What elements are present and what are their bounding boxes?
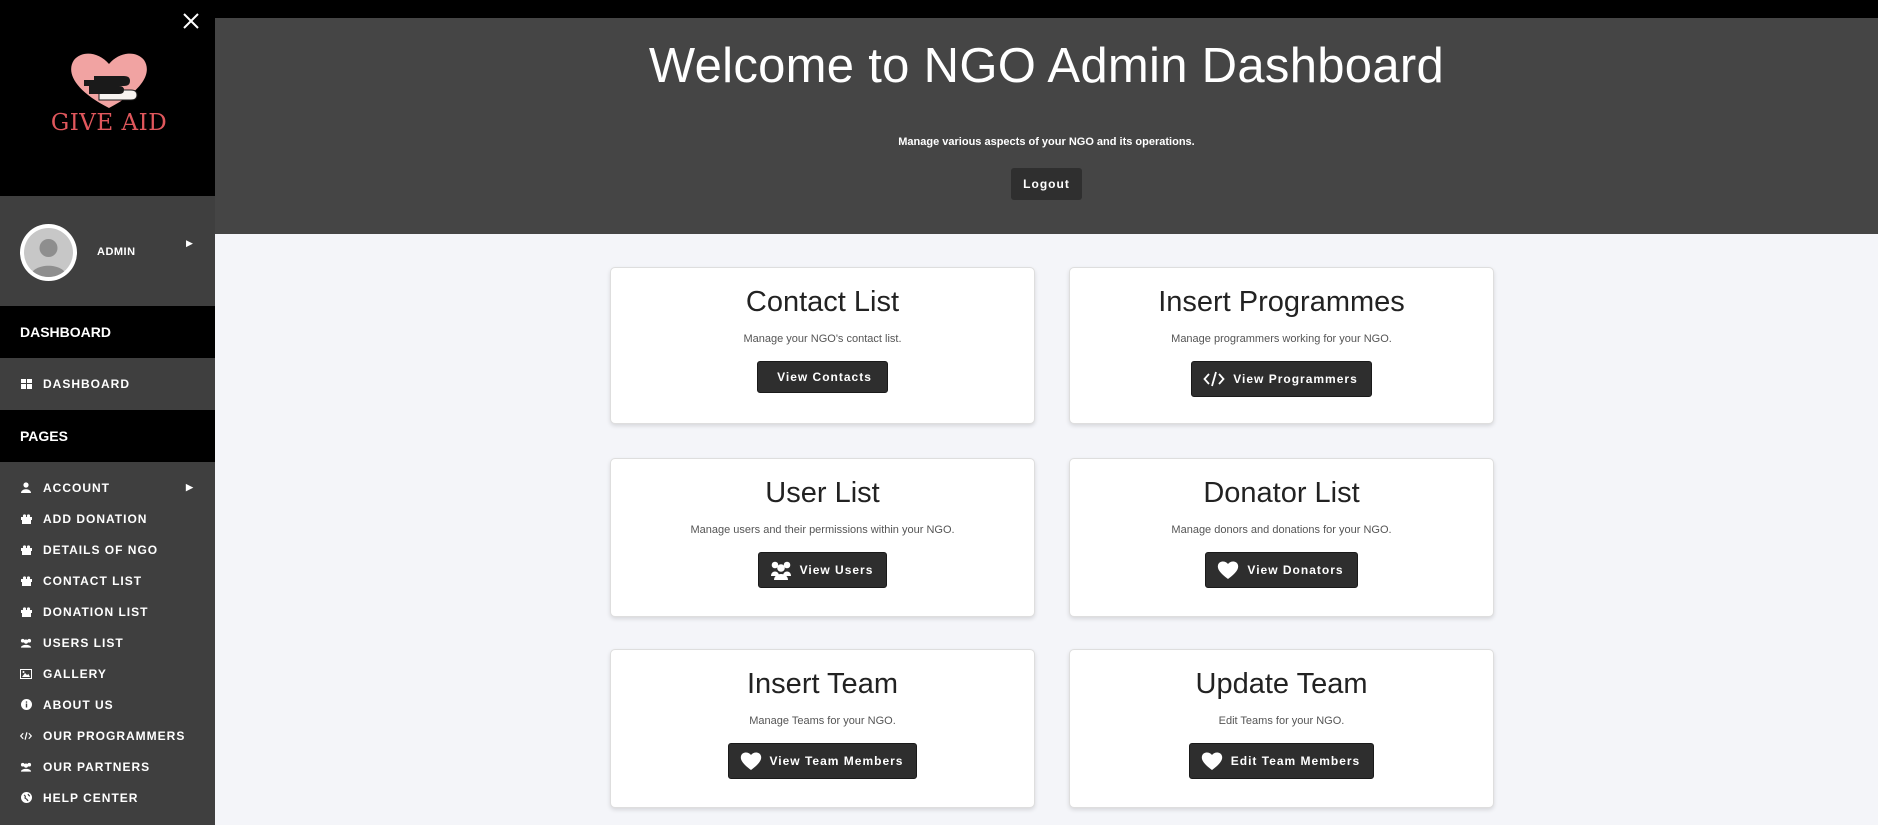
card-title: Insert Team: [747, 668, 898, 700]
button-label: View Users: [799, 563, 874, 577]
user-name: ADMIN: [97, 246, 136, 258]
image-icon: [20, 668, 32, 680]
sidebar-item-gallery[interactable]: GALLERY: [0, 658, 215, 689]
heart-icon: [1217, 560, 1239, 580]
sidebar-item-donation-list[interactable]: DONATION LIST: [0, 596, 215, 627]
code-icon: [20, 730, 32, 742]
edit-team-members-button[interactable]: Edit Team Members: [1188, 743, 1375, 779]
sidebar-item-label: USERS LIST: [43, 635, 124, 650]
view-team-members-button[interactable]: View Team Members: [727, 743, 918, 779]
sidebar-item-our-partners[interactable]: OUR PARTNERS: [0, 751, 215, 782]
card-description: Manage users and their permissions withi…: [690, 524, 955, 536]
view-contacts-button[interactable]: View Contacts: [757, 361, 888, 393]
globe-icon: [20, 792, 32, 804]
avatar: [20, 224, 77, 281]
gift-icon: [20, 513, 32, 525]
card-contact-list: Contact List Manage your NGO's contact l…: [610, 267, 1035, 424]
heart-hands-icon: [71, 53, 147, 108]
card-description: Manage your NGO's contact list.: [743, 333, 902, 345]
sidebar-item-our-programmers[interactable]: OUR PROGRAMMERS: [0, 720, 215, 751]
button-label: View Donators: [1247, 563, 1344, 577]
sidebar-item-label: OUR PROGRAMMERS: [43, 728, 186, 743]
gift-icon: [20, 606, 32, 618]
dashboard-icon: [20, 378, 32, 390]
caret-right-icon: ▶: [186, 482, 194, 492]
sidebar-item-label: OUR PARTNERS: [43, 759, 151, 774]
button-label: View Programmers: [1233, 372, 1358, 386]
close-icon[interactable]: [178, 8, 204, 34]
button-label: View Contacts: [777, 370, 872, 384]
sidebar-item-account[interactable]: ACCOUNT ▶: [0, 472, 215, 503]
card-title: Update Team: [1195, 668, 1368, 700]
view-programmers-button[interactable]: View Programmers: [1191, 361, 1372, 397]
card-description: Manage programmers working for your NGO.: [1171, 333, 1392, 345]
view-users-button[interactable]: View Users: [757, 552, 888, 588]
card-title: Insert Programmes: [1158, 286, 1405, 318]
button-label: Edit Team Members: [1230, 754, 1361, 768]
sidebar: GIVE AID ADMIN ▶ DASHBOARD DASHBOARD PAG…: [0, 0, 215, 825]
logo-area: GIVE AID: [0, 0, 215, 196]
logout-button[interactable]: Logout: [1011, 168, 1082, 200]
card-insert-team: Insert Team Manage Teams for your NGO. V…: [610, 649, 1035, 808]
page-subtitle: Manage various aspects of your NGO and i…: [898, 136, 1195, 148]
card-donator-list: Donator List Manage donors and donations…: [1069, 458, 1494, 617]
gift-icon: [20, 575, 32, 587]
logo-text: GIVE AID: [50, 110, 168, 136]
header-hero: Welcome to NGO Admin Dashboard Manage va…: [215, 18, 1878, 234]
sidebar-item-label: GALLERY: [43, 666, 107, 681]
card-title: Donator List: [1203, 477, 1360, 509]
give-aid-logo: GIVE AID: [44, 50, 174, 142]
section-dashboard: DASHBOARD: [0, 306, 215, 358]
sidebar-item-help-center[interactable]: HELP CENTER: [0, 782, 215, 813]
card-insert-programmes: Insert Programmes Manage programmers wor…: [1069, 267, 1494, 424]
sidebar-item-label: ACCOUNT: [43, 480, 110, 495]
card-user-list: User List Manage users and their permiss…: [610, 458, 1035, 617]
user-silhouette-icon: [30, 239, 67, 277]
sidebar-item-label: DONATION LIST: [43, 604, 149, 619]
sidebar-item-label: CONTACT LIST: [43, 573, 143, 588]
sidebar-item-label: DETAILS OF NGO: [43, 542, 159, 557]
gift-icon: [20, 544, 32, 556]
sidebar-item-users-list[interactable]: USERS LIST: [0, 627, 215, 658]
sidebar-item-label: HELP CENTER: [43, 790, 139, 805]
user-profile[interactable]: ADMIN ▶: [0, 196, 215, 306]
card-description: Manage donors and donations for your NGO…: [1171, 524, 1392, 536]
users-icon: [770, 560, 792, 580]
heart-icon: [1201, 751, 1223, 771]
page-title: Welcome to NGO Admin Dashboard: [648, 39, 1445, 93]
caret-right-icon[interactable]: ▶: [186, 238, 193, 249]
users-icon: [20, 637, 32, 649]
code-icon: [1203, 369, 1225, 389]
info-icon: [20, 699, 32, 711]
card-description: Edit Teams for your NGO.: [1218, 715, 1345, 727]
sidebar-item-about-us[interactable]: ABOUT US: [0, 689, 215, 720]
sidebar-item-add-donation[interactable]: ADD DONATION: [0, 503, 215, 534]
card-title: Contact List: [745, 286, 900, 318]
section-pages: PAGES: [0, 410, 215, 462]
view-donators-button[interactable]: View Donators: [1205, 552, 1358, 588]
sidebar-item-label: ADD DONATION: [43, 511, 148, 526]
user-icon: [20, 482, 32, 494]
top-bar: [215, 0, 1878, 18]
sidebar-item-dashboard[interactable]: DASHBOARD: [0, 358, 215, 410]
card-description: Manage Teams for your NGO.: [749, 715, 896, 727]
sidebar-item-label: DASHBOARD: [43, 377, 130, 391]
sidebar-item-details-of-ngo[interactable]: DETAILS OF NGO: [0, 534, 215, 565]
heart-icon: [740, 751, 762, 771]
users-icon: [20, 761, 32, 773]
card-update-team: Update Team Edit Teams for your NGO. Edi…: [1069, 649, 1494, 808]
sidebar-item-label: ABOUT US: [43, 697, 114, 712]
sidebar-item-contact-list[interactable]: CONTACT LIST: [0, 565, 215, 596]
button-label: View Team Members: [769, 754, 904, 768]
card-title: User List: [765, 477, 880, 509]
